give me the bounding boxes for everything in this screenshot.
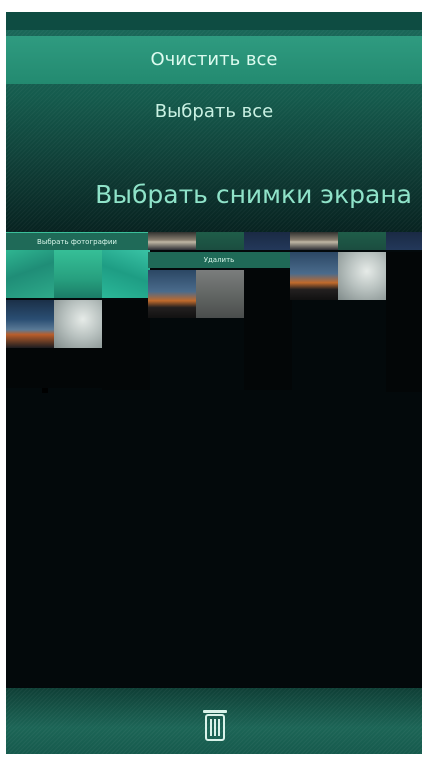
menu-item-clear-all[interactable]: Очистить все [6, 36, 422, 84]
scroll-indicator [42, 388, 48, 393]
empty-cell [6, 348, 148, 388]
gallery-screen: Очистить все Выбрать все Выбрать снимки … [6, 12, 422, 754]
trash-icon [203, 710, 227, 741]
pulley-menu: Очистить все Выбрать все Выбрать снимки … [6, 12, 422, 234]
photo-thumbnail[interactable] [196, 270, 244, 318]
page-title: Выбрать снимки экрана [95, 180, 412, 209]
photo-thumbnail[interactable] [6, 250, 54, 298]
photo-thumbnail[interactable] [54, 250, 102, 298]
bottom-toolbar [6, 688, 422, 754]
photo-thumbnail[interactable] [54, 300, 102, 348]
photo-thumbnail[interactable] [386, 232, 422, 250]
menu-item-select-all[interactable]: Выбрать все [6, 88, 422, 136]
photo-thumbnail[interactable] [102, 250, 150, 298]
photo-thumbnail[interactable] [148, 232, 196, 250]
photo-thumbnail[interactable] [196, 232, 244, 250]
photo-grid: Выбрать фотографии Удалить [6, 232, 422, 690]
photo-thumbnail[interactable] [290, 252, 338, 300]
photo-thumbnail[interactable] [338, 232, 386, 250]
delete-button[interactable] [202, 708, 228, 742]
empty-cell [244, 270, 292, 390]
select-photos-context-label[interactable]: Выбрать фотографии [6, 232, 148, 251]
photo-thumbnail[interactable] [6, 300, 54, 348]
photo-thumbnail[interactable] [290, 232, 338, 250]
photo-thumbnail[interactable] [244, 232, 290, 250]
photo-thumbnail[interactable] [148, 270, 196, 318]
empty-cell [386, 252, 422, 392]
delete-context-label[interactable]: Удалить [148, 252, 290, 268]
photo-thumbnail[interactable] [338, 252, 386, 300]
pulley-menu-edge [6, 12, 422, 30]
